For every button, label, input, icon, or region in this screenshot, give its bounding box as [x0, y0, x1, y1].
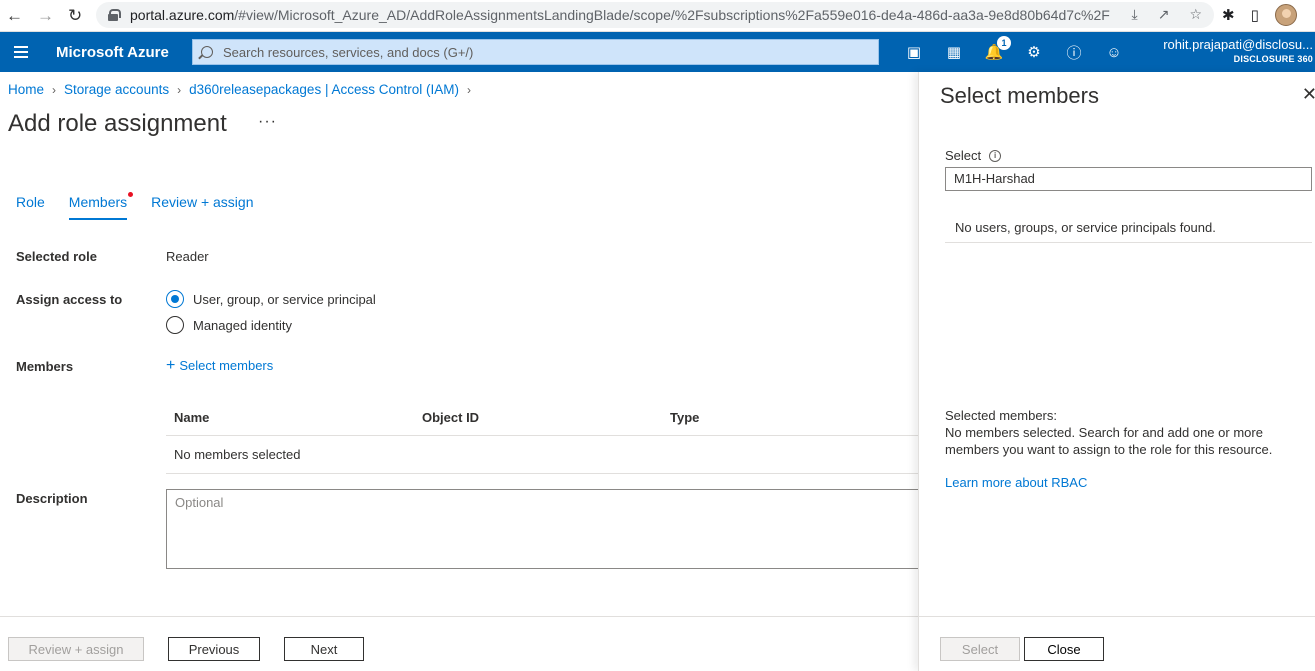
- select-button[interactable]: Select: [940, 637, 1020, 661]
- table-empty-row: No members selected: [166, 436, 918, 474]
- members-label: Members: [16, 359, 74, 374]
- tab-role[interactable]: Role: [16, 194, 45, 220]
- chevron-right-icon: ›: [466, 82, 471, 97]
- search-icon: [201, 46, 213, 58]
- forward-arrow-icon[interactable]: →: [37, 6, 54, 26]
- close-button[interactable]: Close: [1024, 637, 1104, 661]
- select-field-label: Select i: [945, 148, 1002, 163]
- settings-gear-icon[interactable]: ⚙: [1024, 42, 1044, 62]
- tab-members-label: Members: [68, 194, 128, 210]
- select-members-panel: Select members ✕ Select i M1H-Harshad No…: [918, 72, 1315, 671]
- radio-managed-identity[interactable]: Managed identity: [166, 316, 292, 334]
- reload-icon[interactable]: ↻: [68, 6, 82, 26]
- tab-review-assign[interactable]: Review + assign: [151, 194, 253, 220]
- radio-user-group[interactable]: User, group, or service principal: [166, 290, 376, 308]
- global-search-input[interactable]: Search resources, services, and docs (G+…: [192, 39, 879, 65]
- assign-access-label: Assign access to: [16, 292, 123, 307]
- panel-footer-divider: [919, 616, 1315, 617]
- breadcrumb-iam[interactable]: d360releasepackages | Access Control (IA…: [189, 82, 459, 97]
- breadcrumb-storage-accounts[interactable]: Storage accounts: [64, 82, 169, 97]
- breadcrumb-home[interactable]: Home: [8, 82, 44, 97]
- account-menu[interactable]: rohit.prajapati@disclosu... DISCLOSURE 3…: [1150, 38, 1315, 66]
- learn-more-rbac-link[interactable]: Learn more about RBAC: [945, 475, 1087, 490]
- select-members-link[interactable]: + Select members: [166, 357, 274, 374]
- chevron-right-icon: ›: [177, 82, 182, 97]
- tab-members[interactable]: Members: [68, 192, 134, 220]
- radio-unchecked-icon[interactable]: [166, 316, 184, 334]
- selected-members-text: No members selected. Search for and add …: [945, 425, 1273, 457]
- column-type: Type: [670, 410, 700, 425]
- directory-filter-icon[interactable]: ▦: [944, 42, 964, 62]
- plus-icon: +: [166, 357, 176, 374]
- azure-brand[interactable]: Microsoft Azure: [42, 44, 192, 61]
- select-label-text: Select: [945, 148, 982, 163]
- selected-members-heading: Selected members:: [945, 408, 1057, 423]
- members-table: Name Object ID Type No members selected: [166, 400, 918, 474]
- radio-checked-icon[interactable]: [166, 290, 184, 308]
- side-panel-icon[interactable]: ▯: [1251, 6, 1259, 24]
- download-icon[interactable]: ⤓: [1132, 6, 1138, 23]
- address-bar[interactable]: portal.azure.com/#view/Microsoft_Azure_A…: [96, 2, 1214, 28]
- required-dot-icon: [128, 192, 134, 197]
- page-title: Add role assignment: [8, 110, 227, 137]
- selected-members-summary: Selected members: No members selected. S…: [945, 407, 1295, 458]
- feedback-icon[interactable]: ☺: [1104, 42, 1124, 62]
- back-arrow-icon[interactable]: ←: [6, 6, 23, 26]
- select-members-text: Select members: [179, 358, 274, 373]
- radio-managed-identity-label: Managed identity: [193, 317, 293, 333]
- browser-toolbar: ← → ↻ portal.azure.com/#view/Microsoft_A…: [0, 0, 1315, 32]
- star-icon[interactable]: ☆: [1189, 6, 1202, 23]
- no-results-message: No users, groups, or service principals …: [945, 212, 1312, 243]
- notifications-bell-icon[interactable]: 🔔 1: [984, 36, 1011, 62]
- breadcrumb: Home › Storage accounts › d360releasepac…: [8, 82, 471, 97]
- notification-badge: 1: [997, 36, 1011, 50]
- close-icon[interactable]: ✕: [1302, 84, 1315, 105]
- panel-title: Select members: [940, 83, 1099, 108]
- description-label: Description: [16, 491, 88, 506]
- table-header: Name Object ID Type: [166, 400, 918, 436]
- column-name: Name: [174, 410, 210, 425]
- previous-button[interactable]: Previous: [168, 637, 260, 661]
- member-search-input[interactable]: M1H-Harshad: [945, 167, 1312, 191]
- review-assign-button[interactable]: Review + assign: [8, 637, 144, 661]
- footer-divider: [0, 616, 918, 617]
- next-button[interactable]: Next: [284, 637, 364, 661]
- account-email: rohit.prajapati@disclosu...: [1163, 38, 1313, 52]
- column-object-id: Object ID: [422, 410, 480, 425]
- profile-avatar[interactable]: [1274, 4, 1297, 26]
- share-icon[interactable]: ↗: [1158, 6, 1170, 23]
- radio-user-group-label: User, group, or service principal: [193, 291, 376, 307]
- extensions-icon[interactable]: ✱: [1222, 6, 1235, 24]
- url-domain: portal.azure.com: [130, 7, 235, 23]
- wizard-tabs: Role Members Review + assign: [16, 192, 253, 220]
- selected-role-label: Selected role: [16, 249, 97, 264]
- lock-icon: [108, 9, 121, 21]
- info-icon[interactable]: i: [989, 149, 1002, 162]
- account-org: DISCLOSURE 360: [1233, 54, 1313, 64]
- more-options-icon[interactable]: ···: [258, 113, 277, 131]
- cloud-shell-icon[interactable]: ▣: [904, 42, 924, 62]
- search-placeholder: Search resources, services, and docs (G+…: [223, 44, 474, 60]
- help-icon[interactable]: ⓘ: [1064, 42, 1084, 62]
- url-path: /#view/Microsoft_Azure_AD/AddRoleAssignm…: [234, 7, 1110, 23]
- selected-role-value: Reader: [166, 249, 209, 264]
- chevron-right-icon: ›: [52, 82, 57, 97]
- hamburger-menu-icon[interactable]: [0, 46, 42, 58]
- azure-topbar: Microsoft Azure Search resources, servic…: [0, 32, 1315, 72]
- description-textarea[interactable]: Optional: [166, 489, 926, 569]
